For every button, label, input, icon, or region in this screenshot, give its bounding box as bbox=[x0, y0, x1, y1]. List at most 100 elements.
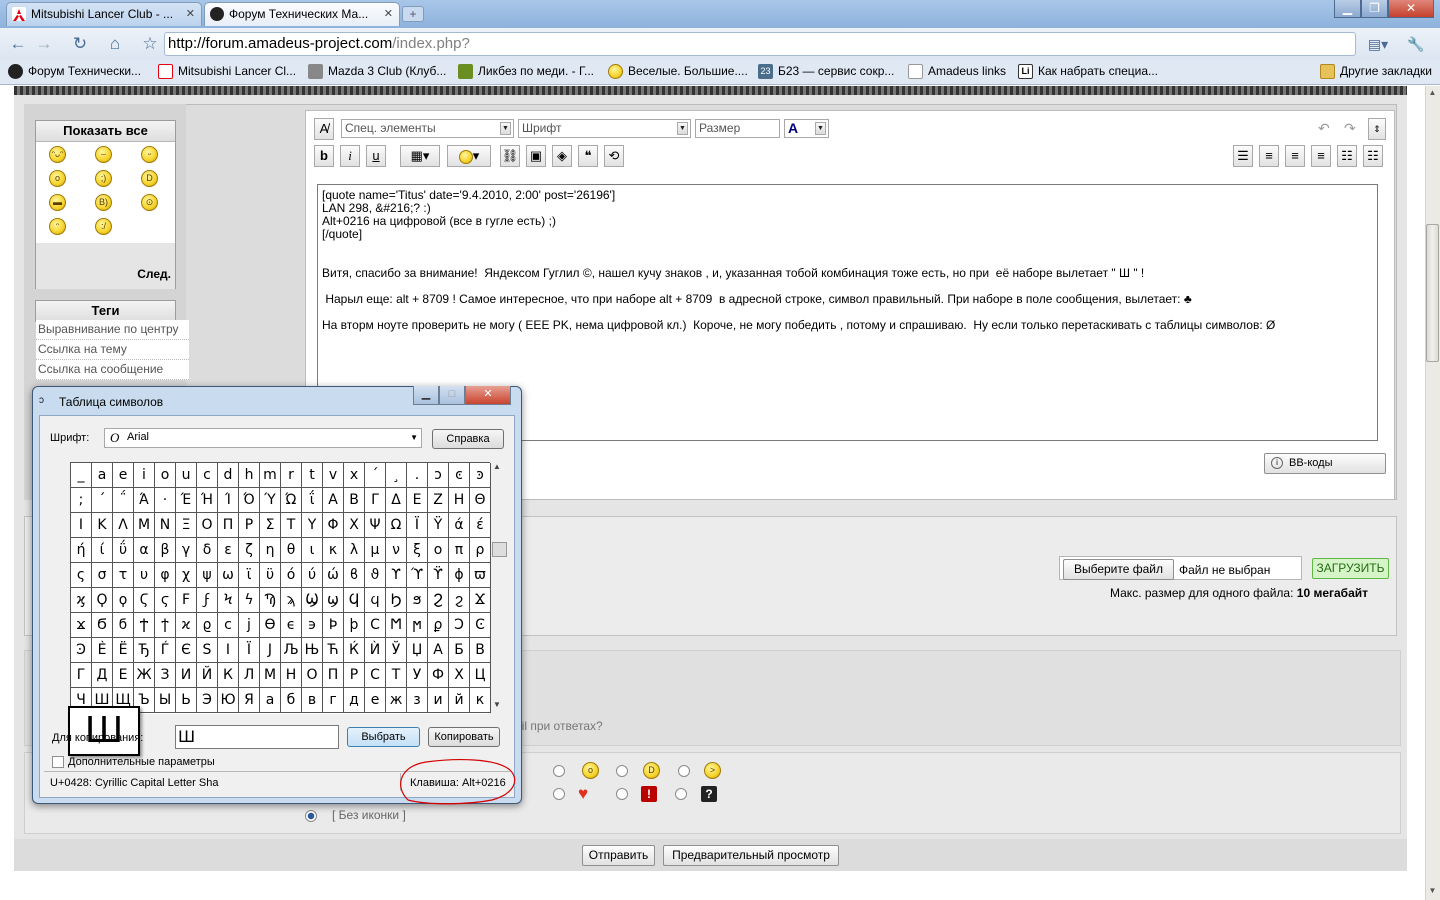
char-cell[interactable]: Д bbox=[92, 663, 113, 688]
italic-button[interactable]: i bbox=[340, 145, 360, 167]
char-cell[interactable]: ϙ bbox=[113, 588, 134, 613]
char-cell[interactable]: Ϲ bbox=[365, 613, 386, 638]
char-cell[interactable]: ν bbox=[386, 538, 407, 563]
wrench-icon[interactable]: 🔧 bbox=[1404, 33, 1428, 55]
char-cell[interactable]: Р bbox=[344, 663, 365, 688]
char-cell[interactable]: β bbox=[155, 538, 176, 563]
char-cell[interactable]: Α bbox=[323, 488, 344, 513]
char-cell[interactable]: Н bbox=[281, 663, 302, 688]
char-cell[interactable]: з bbox=[407, 688, 428, 713]
char-cell[interactable]: П bbox=[323, 663, 344, 688]
char-cell[interactable]: ή bbox=[71, 538, 92, 563]
char-cell[interactable]: Ͼ bbox=[470, 613, 491, 638]
char-cell[interactable]: ϕ bbox=[449, 563, 470, 588]
smiley-icon[interactable]: B) bbox=[95, 194, 112, 211]
char-cell[interactable]: Χ bbox=[344, 513, 365, 538]
size-input[interactable]: Размер bbox=[695, 119, 780, 138]
char-cell[interactable]: ε bbox=[218, 538, 239, 563]
char-cell[interactable]: Ό bbox=[239, 488, 260, 513]
char-cell[interactable]: ω bbox=[218, 563, 239, 588]
char-cell[interactable]: υ bbox=[134, 563, 155, 588]
image-icon[interactable]: ▣ bbox=[526, 145, 546, 167]
align-right-icon[interactable]: ≡ bbox=[1311, 145, 1331, 167]
scroll-thumb[interactable] bbox=[492, 542, 507, 557]
char-cell[interactable]: ϴ bbox=[260, 613, 281, 638]
char-cell[interactable]: г bbox=[323, 688, 344, 713]
maximize-button[interactable]: ❐ bbox=[1361, 0, 1388, 18]
smiley-icon[interactable]: ⊙ bbox=[141, 194, 158, 211]
emoticon-button[interactable]: ▾ bbox=[447, 145, 491, 167]
char-cell[interactable]: Ћ bbox=[323, 638, 344, 663]
smiley-icon[interactable]: ᵔ bbox=[49, 218, 66, 235]
format-icon[interactable]: A̸ bbox=[314, 118, 334, 140]
char-cell[interactable]: Ѓ bbox=[155, 638, 176, 663]
char-cell[interactable]: r bbox=[281, 463, 302, 488]
char-cell[interactable]: γ bbox=[176, 538, 197, 563]
char-cell[interactable]: ψ bbox=[197, 563, 218, 588]
char-cell[interactable]: Э bbox=[197, 688, 218, 713]
char-cell[interactable]: α bbox=[134, 538, 155, 563]
bookmark-item[interactable]: Веселые. Большие.... bbox=[608, 64, 748, 79]
char-cell[interactable]: ρ bbox=[470, 538, 491, 563]
special-elements-select[interactable]: Спец. элементы ▼ bbox=[341, 119, 514, 138]
font-select[interactable]: Шрифт ▼ bbox=[518, 119, 691, 138]
char-cell[interactable]: Ϊ bbox=[407, 513, 428, 538]
char-cell[interactable]: Ε bbox=[407, 488, 428, 513]
bookmark-item[interactable]: Ликбез по меди. - Г... bbox=[458, 64, 594, 79]
char-cell[interactable]: Κ bbox=[92, 513, 113, 538]
char-cell[interactable]: Ϭ bbox=[92, 613, 113, 638]
char-cell[interactable]: ΐ bbox=[302, 488, 323, 513]
char-cell[interactable]: Ρ bbox=[239, 513, 260, 538]
smiley-icon[interactable]: ⌣ bbox=[95, 146, 112, 163]
char-cell[interactable]: Ί bbox=[218, 488, 239, 513]
char-cell[interactable]: Ф bbox=[428, 663, 449, 688]
char-cell[interactable]: Ю bbox=[218, 688, 239, 713]
char-cell[interactable]: Γ bbox=[365, 488, 386, 513]
char-cell[interactable]: ο bbox=[428, 538, 449, 563]
back-icon[interactable]: ← bbox=[6, 33, 30, 55]
char-cell[interactable]: μ bbox=[365, 538, 386, 563]
char-cell[interactable]: ϑ bbox=[365, 563, 386, 588]
char-cell[interactable]: Π bbox=[218, 513, 239, 538]
char-cell[interactable]: к bbox=[470, 688, 491, 713]
char-cell[interactable]: ͼ bbox=[449, 463, 470, 488]
close-tab-icon[interactable]: ✕ bbox=[384, 3, 393, 25]
bbcodes-button[interactable]: i BB-коды bbox=[1264, 453, 1386, 474]
post-icon-radio[interactable] bbox=[616, 788, 628, 800]
char-cell[interactable]: · bbox=[155, 488, 176, 513]
char-cell[interactable]: д bbox=[344, 688, 365, 713]
char-cell[interactable]: С bbox=[365, 663, 386, 688]
char-cell[interactable]: Ϟ bbox=[218, 588, 239, 613]
bookmark-item[interactable]: Mitsubishi Lancer Cl... bbox=[158, 64, 296, 79]
char-cell[interactable]: Υ bbox=[302, 513, 323, 538]
smilies-show-all[interactable]: Показать все bbox=[36, 121, 175, 142]
close-tab-icon[interactable]: ✕ bbox=[186, 3, 195, 25]
char-cell[interactable]: ϊ bbox=[239, 563, 260, 588]
char-cell[interactable]: ж bbox=[386, 688, 407, 713]
bookmark-item[interactable]: Li Как набрать специа... bbox=[1018, 64, 1158, 79]
post-icon-radio[interactable] bbox=[675, 788, 687, 800]
char-cell[interactable]: ; bbox=[71, 488, 92, 513]
indent-icon[interactable]: ☰ bbox=[1233, 145, 1253, 167]
char-cell[interactable]: Ѕ bbox=[197, 638, 218, 663]
close-button[interactable]: ✕ bbox=[465, 386, 511, 405]
underline-button[interactable]: u bbox=[366, 145, 386, 167]
char-cell[interactable]: Ώ bbox=[281, 488, 302, 513]
char-cell[interactable]: ϲ bbox=[218, 613, 239, 638]
char-cell[interactable]: ϧ bbox=[407, 588, 428, 613]
char-cell[interactable]: ϡ bbox=[281, 588, 302, 613]
forward-icon[interactable]: → bbox=[32, 33, 56, 55]
smiley-icon[interactable]: o bbox=[49, 170, 66, 187]
char-cell[interactable]: ϻ bbox=[407, 613, 428, 638]
send-button[interactable]: Отправить bbox=[582, 845, 655, 866]
link-icon[interactable]: ⛓ bbox=[500, 145, 520, 167]
char-cell[interactable]: ϳ bbox=[239, 613, 260, 638]
char-cell[interactable]: Ο bbox=[197, 513, 218, 538]
char-cell[interactable]: У bbox=[407, 663, 428, 688]
char-cell[interactable]: Ψ bbox=[365, 513, 386, 538]
char-cell[interactable]: Θ bbox=[470, 488, 491, 513]
char-cell[interactable]: ϶ bbox=[302, 613, 323, 638]
bookmark-star-icon[interactable]: ☆ bbox=[138, 33, 162, 55]
char-cell[interactable]: Μ bbox=[134, 513, 155, 538]
resize-icon[interactable]: ⇕ bbox=[1368, 118, 1386, 140]
